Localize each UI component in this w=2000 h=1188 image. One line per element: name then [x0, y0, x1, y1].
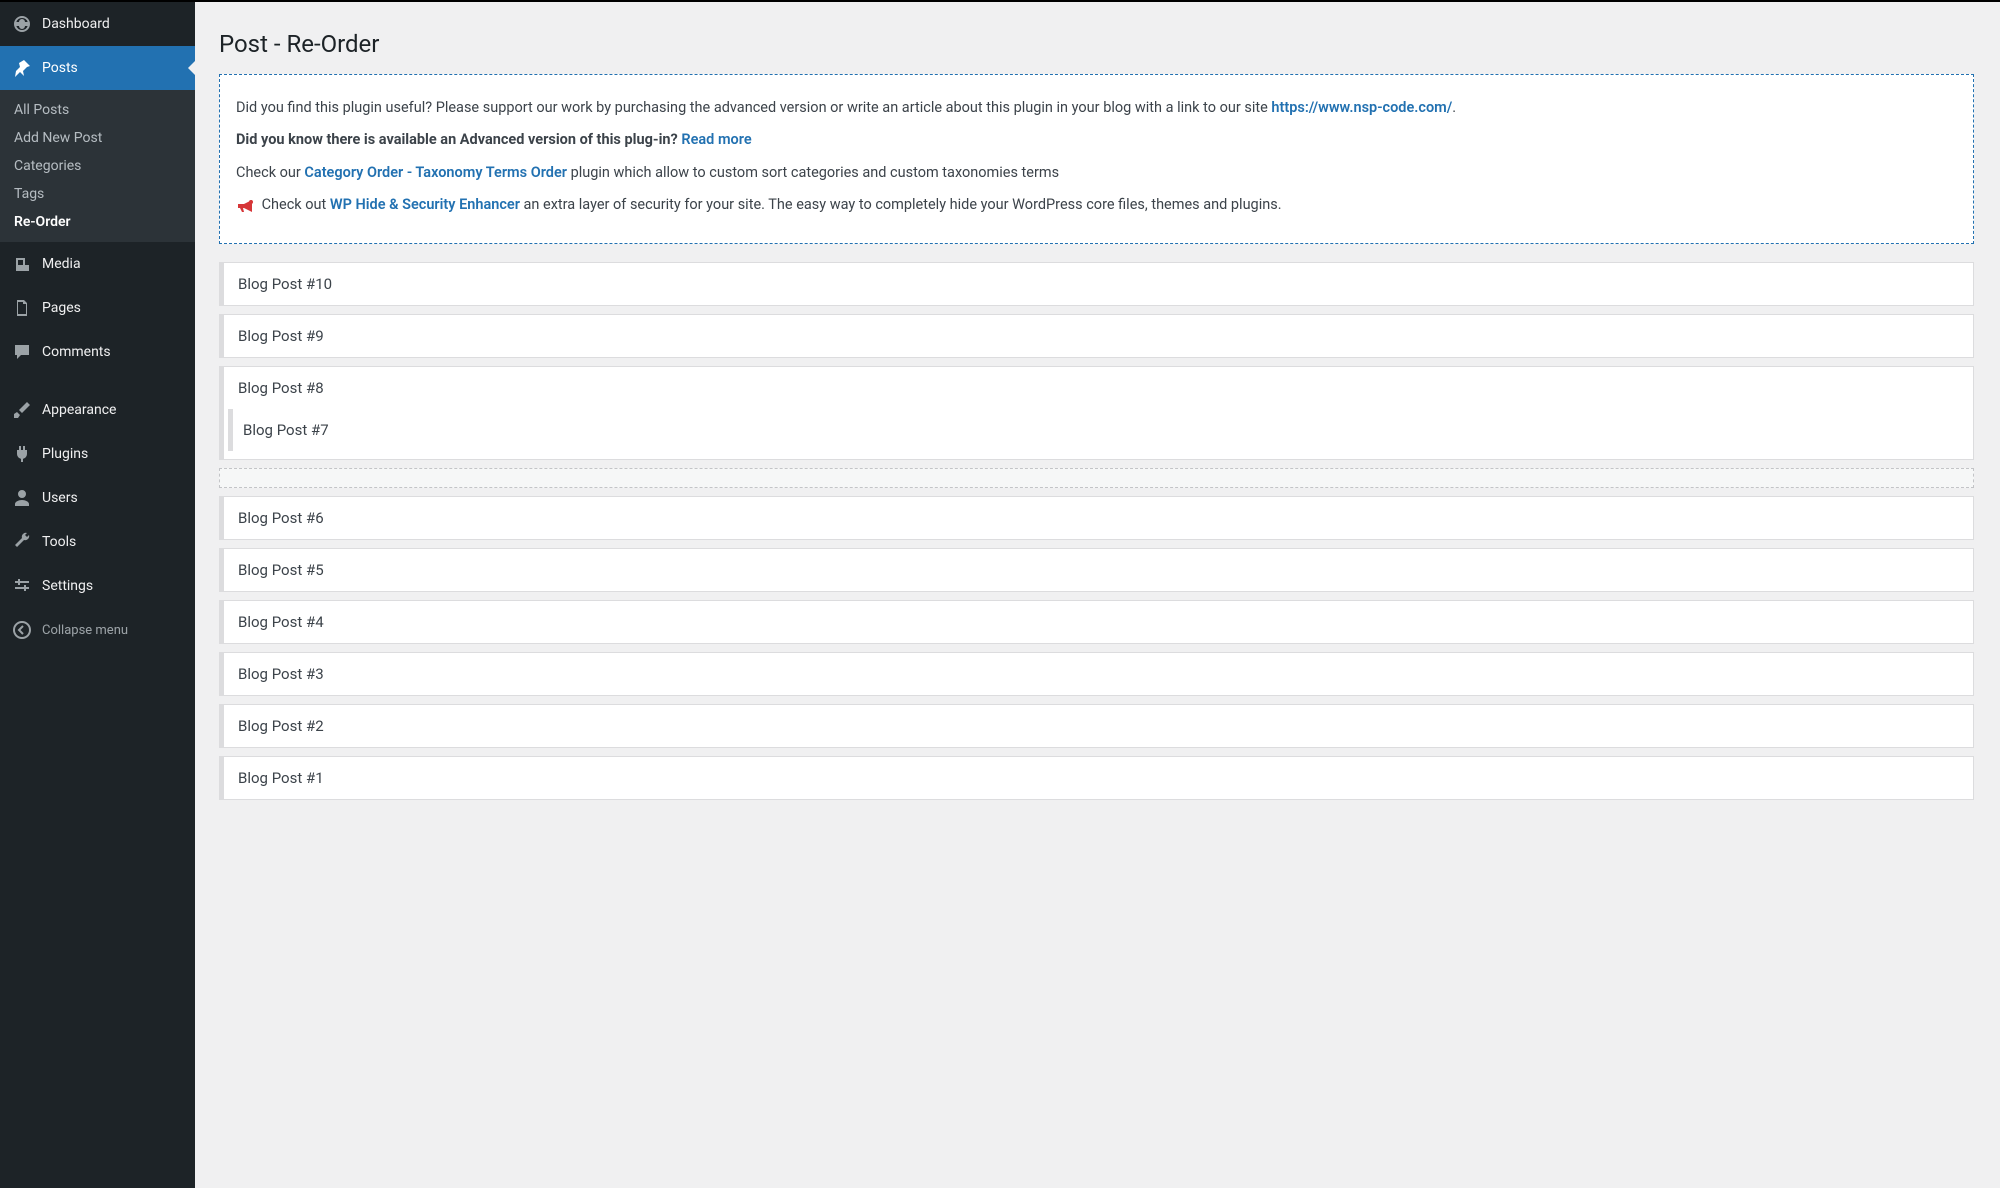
menu-comments[interactable]: Comments	[0, 330, 195, 374]
app-root: Dashboard Posts All Posts Add New Post C…	[0, 0, 2000, 1188]
main-menu: Dashboard Posts All Posts Add New Post C…	[0, 2, 195, 648]
submenu-all-posts[interactable]: All Posts	[0, 96, 195, 124]
menu-posts[interactable]: Posts	[0, 46, 195, 90]
page-icon	[12, 298, 32, 318]
notice-text: an extra layer of security for your site…	[520, 196, 1282, 213]
comment-icon	[12, 342, 32, 362]
menu-users[interactable]: Users	[0, 476, 195, 520]
sliders-icon	[12, 576, 32, 596]
post-title: Blog Post #2	[238, 717, 324, 735]
post-title: Blog Post #4	[238, 613, 324, 631]
menu-appearance[interactable]: Appearance	[0, 388, 195, 432]
sortable-item[interactable]: Blog Post #2	[219, 704, 1974, 748]
post-title: Blog Post #7	[233, 409, 1973, 451]
submenu-categories[interactable]: Categories	[0, 152, 195, 180]
pin-icon	[12, 58, 32, 78]
posts-submenu: All Posts Add New Post Categories Tags R…	[0, 90, 195, 242]
menu-label: Plugins	[42, 446, 88, 462]
menu-label: Appearance	[42, 402, 116, 418]
submenu-add-new-post[interactable]: Add New Post	[0, 124, 195, 152]
notice-text: Did you find this plugin useful? Please …	[236, 99, 1271, 116]
notice-text: .	[1452, 99, 1456, 116]
notice-paragraph-category-order: Check our Category Order - Taxonomy Term…	[236, 162, 1957, 184]
sortable-item[interactable]: Blog Post #9	[219, 314, 1974, 358]
sortable-item[interactable]: Blog Post #3	[219, 652, 1974, 696]
notice-text: plugin which allow to custom sort catego…	[567, 164, 1059, 181]
content-area: Post - Re-Order Did you find this plugin…	[195, 2, 2000, 1188]
category-order-link[interactable]: Category Order - Taxonomy Terms Order	[304, 164, 567, 181]
media-icon	[12, 254, 32, 274]
collapse-icon	[12, 620, 32, 640]
page-title: Post - Re-Order	[219, 30, 1974, 58]
sortable-post-list: Blog Post #10 Blog Post #9 Blog Post #8 …	[219, 262, 1974, 800]
post-title: Blog Post #6	[238, 509, 324, 527]
collapse-label: Collapse menu	[42, 623, 128, 638]
sortable-item-dragging[interactable]: Blog Post #8 Blog Post #7	[219, 366, 1974, 460]
menu-dashboard[interactable]: Dashboard	[0, 2, 195, 46]
notice-paragraph-wphide: Check out WP Hide & Security Enhancer an…	[236, 194, 1957, 216]
menu-settings[interactable]: Settings	[0, 564, 195, 608]
menu-label: Pages	[42, 300, 81, 316]
post-title: Blog Post #3	[238, 665, 324, 683]
user-icon	[12, 488, 32, 508]
notice-paragraph-support: Did you find this plugin useful? Please …	[236, 97, 1957, 119]
sortable-item[interactable]: Blog Post #1	[219, 756, 1974, 800]
menu-label: Tools	[42, 534, 76, 550]
info-notice: Did you find this plugin useful? Please …	[219, 74, 1974, 244]
sortable-item[interactable]: Blog Post #5	[219, 548, 1974, 592]
menu-label: Posts	[42, 60, 78, 76]
notice-text: Did you know there is available an Advan…	[236, 131, 681, 148]
wp-hide-link[interactable]: WP Hide & Security Enhancer	[330, 196, 520, 213]
dashboard-icon	[12, 14, 32, 34]
menu-media[interactable]: Media	[0, 242, 195, 286]
wrench-icon	[12, 532, 32, 552]
post-title: Blog Post #1	[238, 769, 324, 787]
submenu-reorder[interactable]: Re-Order	[0, 208, 195, 236]
menu-tools[interactable]: Tools	[0, 520, 195, 564]
menu-label: Users	[42, 490, 78, 506]
post-title: Blog Post #5	[238, 561, 324, 579]
submenu-tags[interactable]: Tags	[0, 180, 195, 208]
read-more-link[interactable]: Read more	[681, 131, 751, 148]
admin-sidebar: Dashboard Posts All Posts Add New Post C…	[0, 2, 195, 1188]
menu-label: Media	[42, 256, 81, 272]
menu-label: Settings	[42, 578, 93, 594]
menu-separator	[0, 374, 195, 388]
notice-text: Check our	[236, 164, 304, 181]
notice-paragraph-advanced: Did you know there is available an Advan…	[236, 129, 1957, 151]
sortable-item[interactable]: Blog Post #4	[219, 600, 1974, 644]
menu-pages[interactable]: Pages	[0, 286, 195, 330]
megaphone-icon	[236, 196, 256, 216]
plug-icon	[12, 444, 32, 464]
post-title: Blog Post #10	[238, 275, 332, 293]
menu-label: Dashboard	[42, 16, 110, 32]
nsp-code-link[interactable]: https://www.nsp-code.com/	[1271, 99, 1452, 116]
sortable-item[interactable]: Blog Post #6	[219, 496, 1974, 540]
notice-text: Check out	[258, 196, 330, 213]
post-title: Blog Post #9	[238, 327, 324, 345]
sortable-item-child[interactable]: Blog Post #7	[228, 409, 1973, 451]
post-title: Blog Post #8	[224, 367, 1973, 409]
brush-icon	[12, 400, 32, 420]
sortable-item[interactable]: Blog Post #10	[219, 262, 1974, 306]
sortable-placeholder	[219, 468, 1974, 488]
collapse-menu[interactable]: Collapse menu	[0, 612, 195, 648]
menu-plugins[interactable]: Plugins	[0, 432, 195, 476]
menu-label: Comments	[42, 344, 111, 360]
